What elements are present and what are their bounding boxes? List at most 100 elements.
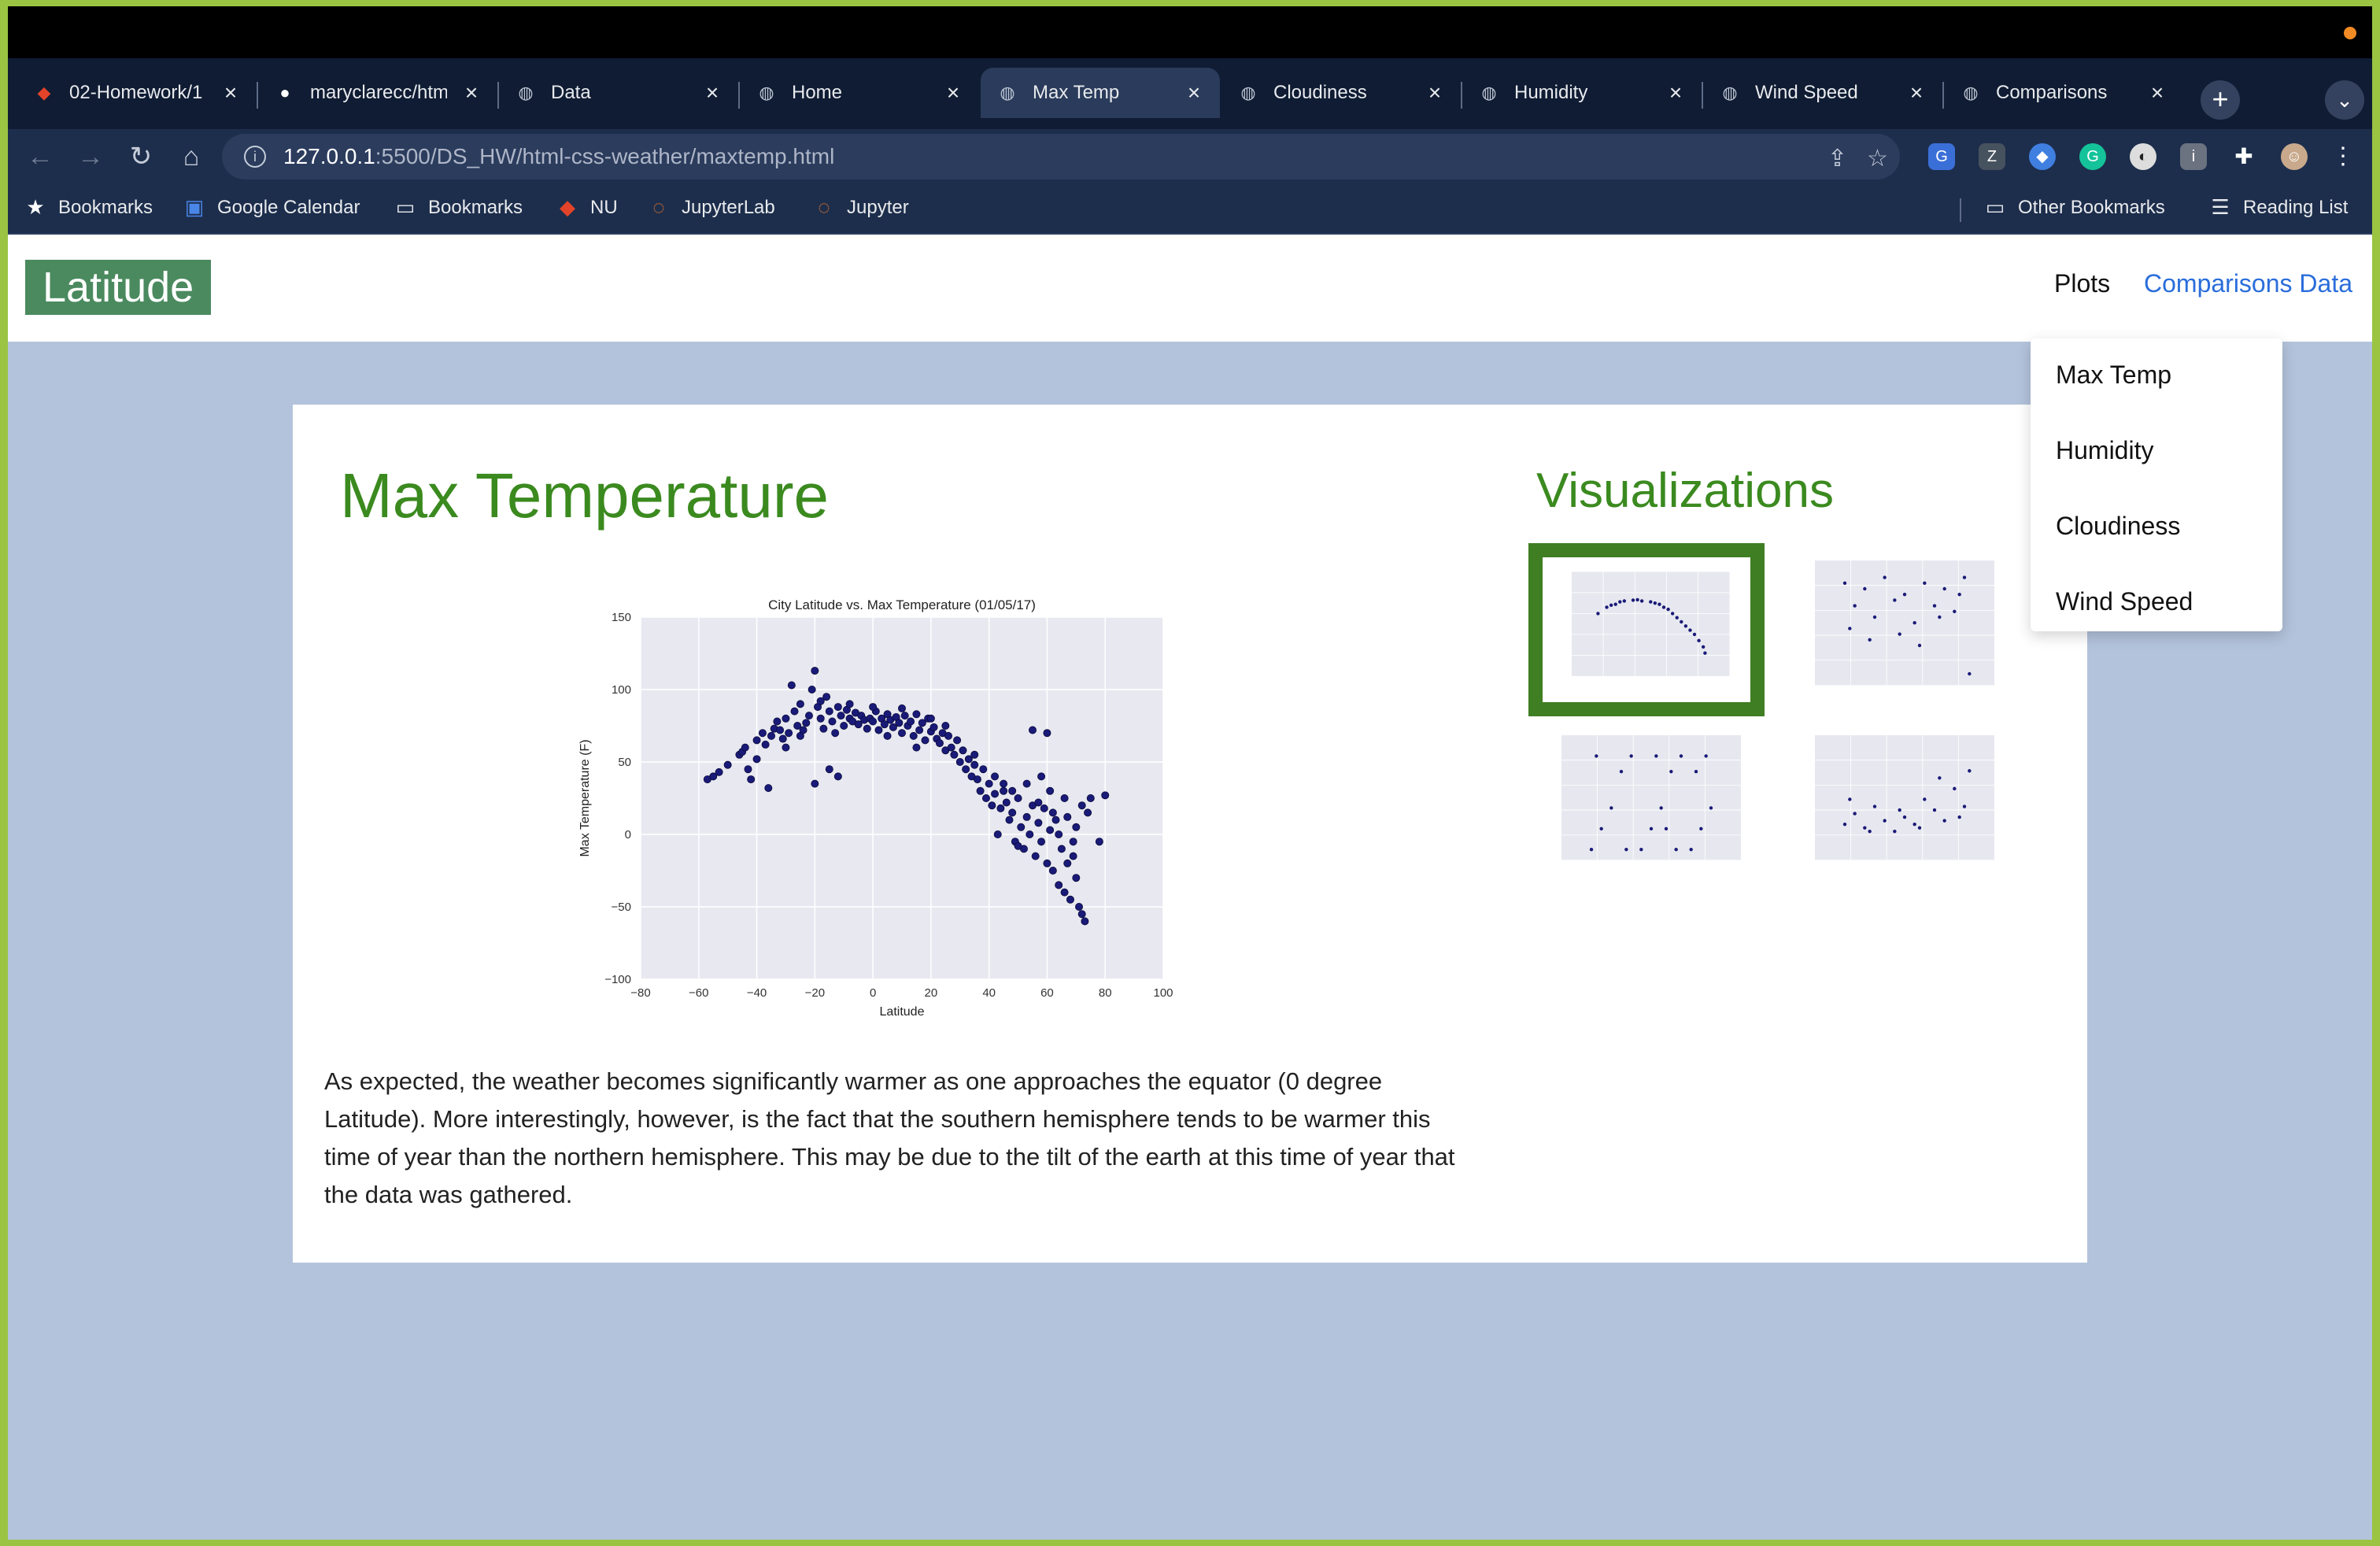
data-point (1077, 910, 1086, 919)
data-point (758, 729, 767, 738)
data-point (782, 714, 790, 723)
address-bar[interactable]: i 127.0.0.1:5500/DS_HW/html-css-weather/… (222, 134, 1900, 179)
data-point (782, 743, 790, 752)
data-point (1095, 838, 1103, 846)
close-icon[interactable]: × (1664, 80, 1687, 105)
bookmark-item[interactable]: ▣ Google Calendar (183, 195, 360, 220)
data-point (1043, 859, 1051, 867)
data-point (723, 760, 732, 769)
data-point (1005, 816, 1014, 824)
close-icon[interactable]: × (1905, 80, 1928, 105)
tab-search-chevron-icon[interactable]: ⌄ (2325, 80, 2364, 120)
bookmarks-bar: ★ Bookmarks ▣ Google Calendar ▭ Bookmarks ◆ NU ◌… (8, 184, 2372, 235)
gitlab-icon: ◆ (560, 195, 575, 219)
thumbnail-point (1932, 808, 1937, 812)
thumbnail-maxtemp[interactable] (1528, 543, 1765, 716)
thumbnail-plot-area (1815, 560, 1994, 686)
info-extension-icon[interactable]: i (2180, 143, 2207, 170)
tab-2[interactable]: ◍ Data × (499, 68, 738, 118)
back-button[interactable]: ← (22, 139, 58, 175)
nav-plots-dropdown[interactable]: Plots (2054, 269, 2110, 298)
close-icon[interactable]: × (700, 80, 724, 105)
folder-icon: ▭ (395, 195, 416, 219)
bookmark-item[interactable]: ◆ NU (556, 195, 618, 220)
data-point (1046, 786, 1055, 795)
thumbnail-point (1917, 826, 1922, 830)
data-point (1051, 816, 1060, 824)
data-point (1014, 841, 1022, 850)
close-icon[interactable]: × (219, 80, 242, 105)
thumbnail-cloudiness[interactable] (1528, 718, 1765, 891)
reload-button[interactable]: ↻ (123, 139, 159, 175)
close-icon[interactable]: × (2145, 80, 2169, 105)
data-point (845, 700, 854, 708)
tab-3[interactable]: ◍ Home × (740, 68, 979, 118)
x-axis-label: Latitude (880, 1005, 925, 1019)
thumbnail-point (1883, 575, 1887, 579)
thumbnail-point (1609, 603, 1613, 607)
extension-circle-icon[interactable]: ◐ (2130, 143, 2156, 170)
bookmark-label: JupyterLab (682, 196, 775, 218)
data-point (1055, 830, 1063, 838)
data-point (761, 740, 770, 749)
bookmark-item[interactable]: ◌ JupyterLab (647, 195, 775, 220)
tab-8[interactable]: ◍ Comparisons × (1944, 68, 2183, 118)
data-point (897, 729, 906, 738)
browser-toolbar: ← → ↻ ⌂ i 127.0.0.1:5500/DS_HW/html-css-… (8, 129, 2372, 184)
share-icon[interactable]: ⇪ (1828, 145, 1847, 172)
zotero-extension-icon[interactable]: Z (1979, 143, 2005, 170)
bookmark-star-icon[interactable]: ☆ (1867, 145, 1888, 172)
close-icon[interactable]: × (1423, 80, 1447, 105)
thumbnail-point (1670, 612, 1675, 616)
bookmark-item-right[interactable]: ☰ Reading List (2208, 195, 2348, 220)
data-point (773, 717, 782, 726)
profile-avatar[interactable]: ☺ (2281, 143, 2308, 170)
tab-7[interactable]: ◍ Wind Speed × (1703, 68, 1942, 118)
x-tick-label: 80 (1099, 986, 1112, 1000)
home-button[interactable]: ⌂ (173, 139, 209, 175)
tab-0[interactable]: ◆ 02-Homework/1 × (17, 68, 257, 118)
grammarly-icon[interactable]: G (2079, 143, 2106, 170)
data-point (1060, 888, 1069, 897)
extension-icon[interactable]: ◆ (2029, 143, 2056, 170)
bookmark-label: Bookmarks (58, 196, 153, 218)
extensions-puzzle-icon[interactable]: ✚ (2230, 143, 2257, 170)
thumbnail-humidity[interactable] (1782, 543, 2018, 716)
bookmark-label: Reading List (2243, 196, 2349, 218)
bookmark-item-right[interactable]: ▭ Other Bookmarks (1983, 195, 2165, 220)
thumbnail-point (1842, 822, 1847, 827)
data-point (1037, 838, 1046, 846)
tab-5[interactable]: ◍ Cloudiness × (1221, 68, 1461, 118)
thumbnail-plot-area (1815, 735, 1994, 860)
web-page: Latitude Plots Comparisons Data Max Temp… (8, 235, 2372, 1540)
translate-extension-icon[interactable]: G (1928, 143, 1955, 170)
close-icon[interactable]: × (941, 80, 965, 105)
site-info-icon[interactable]: i (244, 146, 266, 168)
close-icon[interactable]: × (1182, 80, 1206, 105)
close-icon[interactable]: × (460, 80, 483, 105)
data-point (802, 719, 811, 727)
bookmark-item[interactable]: ★ Bookmarks (24, 195, 153, 220)
thumbnail-point (1962, 804, 1967, 808)
dropdown-item[interactable]: Humidity (2056, 436, 2153, 465)
globe-icon: ◍ (518, 83, 534, 102)
thumbnail-point (1842, 581, 1847, 585)
forward-button[interactable]: → (72, 139, 109, 175)
dropdown-item[interactable]: Cloudiness (2056, 512, 2180, 541)
bookmark-item[interactable]: ◌ Jupyter (812, 195, 908, 220)
tab-4[interactable]: ◍ Max Temp × (981, 68, 1220, 118)
data-point (988, 801, 996, 810)
site-brand[interactable]: Latitude (25, 260, 212, 315)
dropdown-item[interactable]: Max Temp (2056, 361, 2171, 390)
tab-1[interactable]: ● maryclarecc/htm × (258, 68, 497, 118)
tab-6[interactable]: ◍ Humidity × (1462, 68, 1702, 118)
new-tab-plus-icon[interactable]: + (2201, 80, 2240, 120)
data-point (816, 697, 825, 705)
nav-comparisons-link[interactable]: Comparisons Data (2144, 269, 2352, 298)
data-point (895, 719, 904, 727)
data-point (979, 765, 988, 774)
dropdown-item[interactable]: Wind Speed (2056, 587, 2193, 616)
bookmark-item[interactable]: ▭ Bookmarks (394, 195, 523, 220)
thumbnail-windspeed[interactable] (1782, 718, 2018, 891)
menu-kebab-icon[interactable]: ⋮ (2330, 143, 2356, 170)
